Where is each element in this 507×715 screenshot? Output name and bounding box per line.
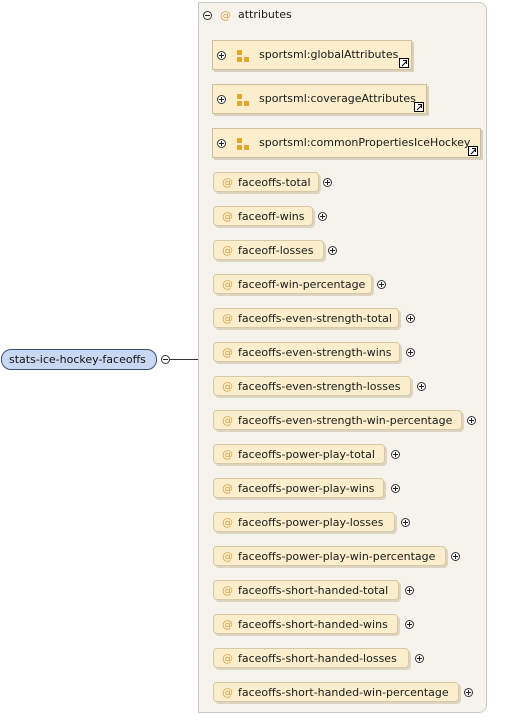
attribute-label: faceoffs-short-handed-wins: [238, 618, 388, 631]
expand-icon[interactable]: [217, 95, 226, 104]
attribute-faceoffs-short-handed-total[interactable]: @ faceoffs-short-handed-total: [213, 580, 399, 600]
expand-icon[interactable]: [391, 450, 400, 459]
attribute-label: faceoffs-short-handed-losses: [238, 652, 397, 665]
attribute-at-icon: @: [222, 448, 233, 461]
attribute-faceoffs-power-play-wins[interactable]: @ faceoffs-power-play-wins: [213, 478, 384, 498]
expand-icon[interactable]: [451, 552, 460, 561]
attribute-at-icon: @: [222, 278, 233, 291]
attribute-group-icon: [237, 94, 249, 106]
expand-icon[interactable]: [323, 178, 332, 187]
expand-icon[interactable]: [401, 518, 410, 527]
root-element-stats-ice-hockey-faceoffs[interactable]: stats-ice-hockey-faceoffs: [1, 349, 157, 370]
group-label: sportsml:coverageAttributes: [259, 92, 416, 105]
attribute-faceoffs-short-handed-losses[interactable]: @ faceoffs-short-handed-losses: [213, 648, 409, 668]
group-label: sportsml:globalAttributes: [259, 48, 399, 61]
attribute-faceoffs-power-play-total[interactable]: @ faceoffs-power-play-total: [213, 444, 385, 464]
expand-icon[interactable]: [406, 348, 415, 357]
attribute-label: faceoffs-power-play-wins: [238, 482, 375, 495]
reference-link-icon[interactable]: [399, 58, 409, 68]
group-label: sportsml:commonPropertiesIceHockey: [259, 136, 471, 149]
expand-icon[interactable]: [415, 654, 424, 663]
expand-icon[interactable]: [405, 620, 414, 629]
attribute-at-icon: @: [222, 686, 233, 699]
expand-icon[interactable]: [328, 246, 337, 255]
attribute-faceoffs-power-play-losses[interactable]: @ faceoffs-power-play-losses: [213, 512, 395, 532]
attribute-group-icon: [237, 50, 249, 62]
attribute-label: faceoffs-even-strength-total: [238, 312, 392, 325]
attribute-faceoffs-short-handed-wins[interactable]: @ faceoffs-short-handed-wins: [213, 614, 398, 634]
reference-link-icon[interactable]: [414, 102, 424, 112]
attribute-faceoff-losses[interactable]: @ faceoff-losses: [213, 240, 324, 260]
reference-link-icon[interactable]: [468, 146, 478, 156]
attribute-faceoffs-power-play-win-percentage[interactable]: @ faceoffs-power-play-win-percentage: [213, 546, 446, 566]
attribute-at-icon: @: [222, 312, 233, 325]
expand-icon[interactable]: [318, 212, 327, 221]
attribute-label: faceoffs-power-play-total: [238, 448, 375, 461]
attribute-label: faceoff-wins: [238, 210, 305, 223]
attribute-at-icon: @: [222, 380, 233, 393]
root-element-label: stats-ice-hockey-faceoffs: [9, 353, 146, 366]
connector-line: [170, 359, 198, 360]
attribute-label: faceoffs-short-handed-total: [238, 584, 389, 597]
attribute-at-icon: @: [222, 652, 233, 665]
attributes-title: attributes: [238, 8, 292, 21]
expand-icon[interactable]: [377, 280, 386, 289]
attribute-at-icon: @: [222, 516, 233, 529]
attribute-label: faceoffs-even-strength-losses: [238, 380, 401, 393]
attribute-faceoffs-total[interactable]: @ faceoffs-total: [213, 172, 319, 192]
attribute-group-icon: [237, 138, 249, 150]
attributes-collapse-icon[interactable]: [203, 11, 212, 20]
attribute-faceoffs-even-strength-win-percentage[interactable]: @ faceoffs-even-strength-win-percentage: [213, 410, 462, 430]
attribute-faceoffs-even-strength-wins[interactable]: @ faceoffs-even-strength-wins: [213, 342, 400, 362]
attribute-at-icon: @: [222, 550, 233, 563]
attribute-label: faceoffs-total: [238, 176, 311, 189]
attribute-at-icon: @: [222, 176, 233, 189]
attribute-at-icon: @: [222, 244, 233, 257]
attribute-label: faceoffs-even-strength-wins: [238, 346, 392, 359]
attribute-faceoffs-short-handed-win-percentage[interactable]: @ faceoffs-short-handed-win-percentage: [213, 682, 459, 702]
expand-icon[interactable]: [405, 586, 414, 595]
expand-icon[interactable]: [391, 484, 400, 493]
collapse-icon[interactable]: [161, 355, 170, 364]
attribute-at-icon: @: [222, 618, 233, 631]
group-common-properties-ice-hockey[interactable]: sportsml:commonPropertiesIceHockey: [212, 128, 481, 158]
attribute-label: faceoffs-power-play-losses: [238, 516, 384, 529]
expand-icon[interactable]: [417, 382, 426, 391]
attribute-faceoff-win-percentage[interactable]: @ faceoff-win-percentage: [213, 274, 372, 294]
attribute-at-icon: @: [222, 482, 233, 495]
attribute-at-icon: @: [222, 210, 233, 223]
expand-icon[interactable]: [464, 688, 473, 697]
attribute-faceoffs-even-strength-total[interactable]: @ faceoffs-even-strength-total: [213, 308, 399, 328]
attribute-label: faceoff-win-percentage: [238, 278, 366, 291]
attribute-at-icon: @: [222, 584, 233, 597]
attribute-faceoff-wins[interactable]: @ faceoff-wins: [213, 206, 313, 226]
attribute-faceoffs-even-strength-losses[interactable]: @ faceoffs-even-strength-losses: [213, 376, 411, 396]
expand-icon[interactable]: [217, 139, 226, 148]
attribute-at-icon: @: [220, 9, 231, 22]
group-global-attributes[interactable]: sportsml:globalAttributes: [212, 40, 412, 70]
expand-icon[interactable]: [217, 51, 226, 60]
expand-icon[interactable]: [467, 416, 476, 425]
attribute-at-icon: @: [222, 414, 233, 427]
attribute-label: faceoffs-power-play-win-percentage: [238, 550, 436, 563]
group-coverage-attributes[interactable]: sportsml:coverageAttributes: [212, 84, 427, 114]
attribute-label: faceoffs-even-strength-win-percentage: [238, 414, 453, 427]
attribute-label: faceoffs-short-handed-win-percentage: [238, 686, 449, 699]
attribute-label: faceoff-losses: [238, 244, 314, 257]
expand-icon[interactable]: [406, 314, 415, 323]
attribute-at-icon: @: [222, 346, 233, 359]
